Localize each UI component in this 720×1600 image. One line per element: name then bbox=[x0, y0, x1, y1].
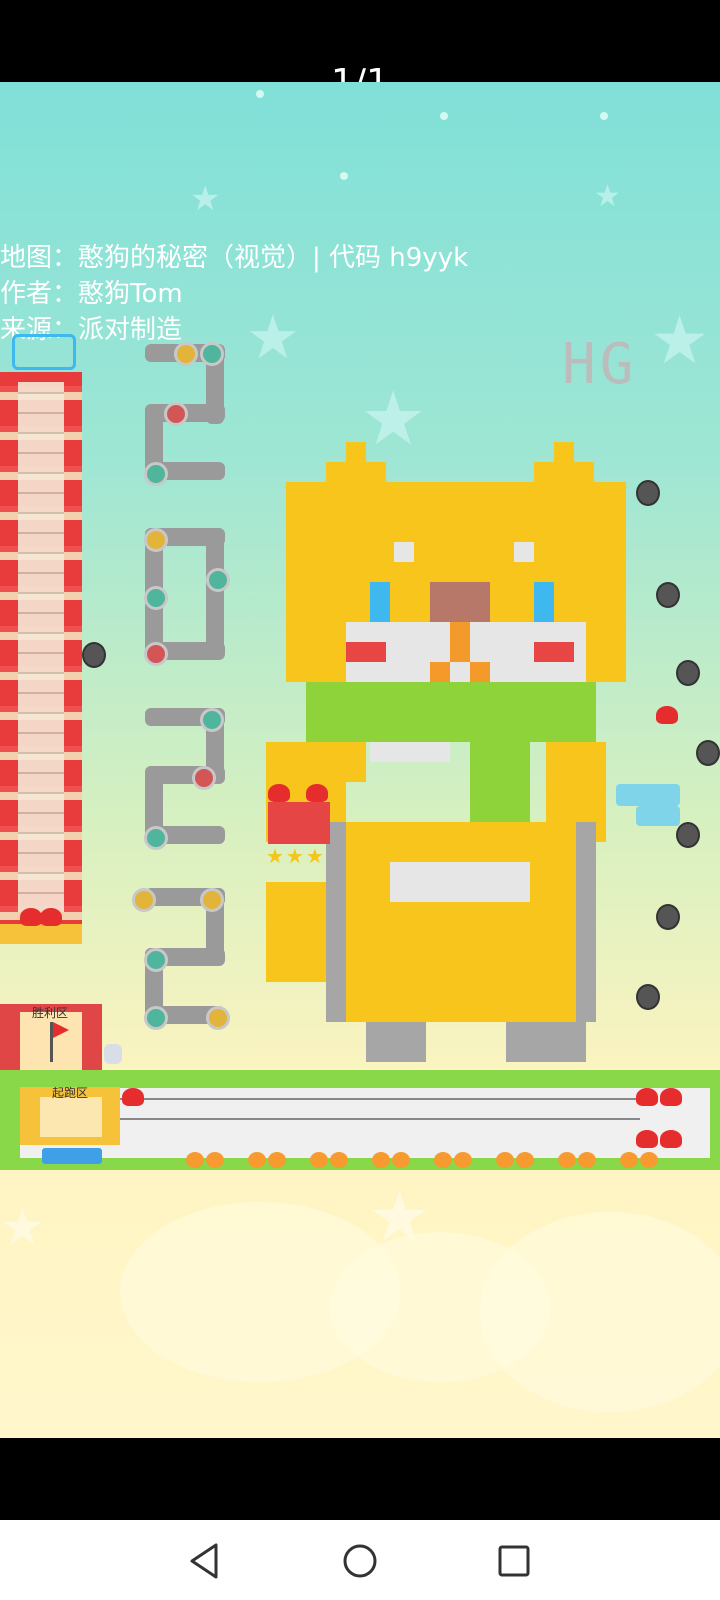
pumpkin-icon bbox=[206, 1152, 224, 1168]
cat-ear bbox=[534, 462, 594, 482]
win-zone-label: 胜利区 bbox=[32, 1006, 69, 1020]
start-zone-label: 起跑区 bbox=[52, 1086, 89, 1100]
circle-home-icon[interactable] bbox=[340, 1541, 380, 1581]
mushroom-icon bbox=[660, 1130, 682, 1148]
mushroom-icon bbox=[636, 1130, 658, 1148]
robot-icon bbox=[104, 1044, 122, 1064]
cat-eye-highlight bbox=[394, 542, 414, 562]
red-block bbox=[268, 802, 330, 844]
pumpkin-icon bbox=[434, 1152, 452, 1168]
bomb-icon bbox=[656, 582, 680, 608]
image-viewer[interactable]: ★ ★ ★ ★ ★ ★ ★ 地图：憨狗的秘密（视觉）| 代码 h9yyk 作者：… bbox=[0, 82, 720, 1438]
pumpkin-icon bbox=[454, 1152, 472, 1168]
cat-leg bbox=[366, 1022, 426, 1062]
pumpkin-icon bbox=[392, 1152, 410, 1168]
mushroom-icon bbox=[122, 1088, 144, 1106]
pumpkin-icon bbox=[558, 1152, 576, 1168]
cat-mouth bbox=[450, 622, 470, 662]
track-rail bbox=[40, 1118, 640, 1120]
pumpkin-icon bbox=[186, 1152, 204, 1168]
pumpkin-icon bbox=[372, 1152, 390, 1168]
pumpkin-icon bbox=[310, 1152, 328, 1168]
cat-ear bbox=[326, 462, 386, 482]
cat-cheek bbox=[346, 642, 386, 662]
bomb-icon bbox=[636, 984, 660, 1010]
ice-block bbox=[616, 784, 680, 806]
cat-tail bbox=[266, 882, 326, 982]
cat-eye bbox=[370, 582, 390, 622]
cat-leg bbox=[506, 1022, 586, 1062]
mushroom-icon bbox=[306, 784, 328, 802]
cat-eye-highlight bbox=[514, 542, 534, 562]
cat-scarf-pattern bbox=[370, 742, 450, 762]
cat-scarf bbox=[470, 742, 530, 822]
pumpkin-icon bbox=[248, 1152, 266, 1168]
pumpkin-icon bbox=[330, 1152, 348, 1168]
mushroom-icon bbox=[660, 1088, 682, 1106]
mushroom-icon bbox=[268, 784, 290, 802]
bomb-icon bbox=[656, 904, 680, 930]
cat-eye bbox=[534, 582, 554, 622]
bomb-icon bbox=[696, 740, 720, 766]
triangle-back-icon[interactable] bbox=[186, 1541, 226, 1581]
cat-body bbox=[346, 822, 576, 1022]
pumpkin-icon bbox=[496, 1152, 514, 1168]
arrow-pad bbox=[42, 1148, 102, 1164]
pumpkin-icon bbox=[268, 1152, 286, 1168]
cat-mouth bbox=[470, 662, 490, 682]
star-icon: ★★★ bbox=[266, 844, 326, 868]
flag-icon bbox=[53, 1022, 69, 1038]
cat-ear bbox=[554, 442, 574, 462]
cat-scarf bbox=[306, 682, 596, 742]
pixel-cat-artwork bbox=[266, 442, 626, 1062]
square-recents-icon[interactable] bbox=[494, 1541, 534, 1581]
mushroom-icon bbox=[656, 706, 678, 724]
cat-belly bbox=[390, 862, 530, 902]
cat-cheek bbox=[534, 642, 574, 662]
pumpkin-icon bbox=[640, 1152, 658, 1168]
bomb-icon bbox=[676, 660, 700, 686]
bomb-icon bbox=[636, 480, 660, 506]
mushroom-icon bbox=[636, 1088, 658, 1106]
pumpkin-icon bbox=[516, 1152, 534, 1168]
bomb-icon bbox=[82, 642, 106, 668]
ice-block bbox=[636, 806, 680, 826]
cat-mouth bbox=[430, 662, 450, 682]
start-zone-floor bbox=[40, 1097, 102, 1137]
pumpkin-icon bbox=[620, 1152, 638, 1168]
bomb-icon bbox=[676, 822, 700, 848]
pumpkin-icon bbox=[578, 1152, 596, 1168]
cat-nose bbox=[430, 582, 490, 622]
cat-ear bbox=[346, 442, 366, 462]
